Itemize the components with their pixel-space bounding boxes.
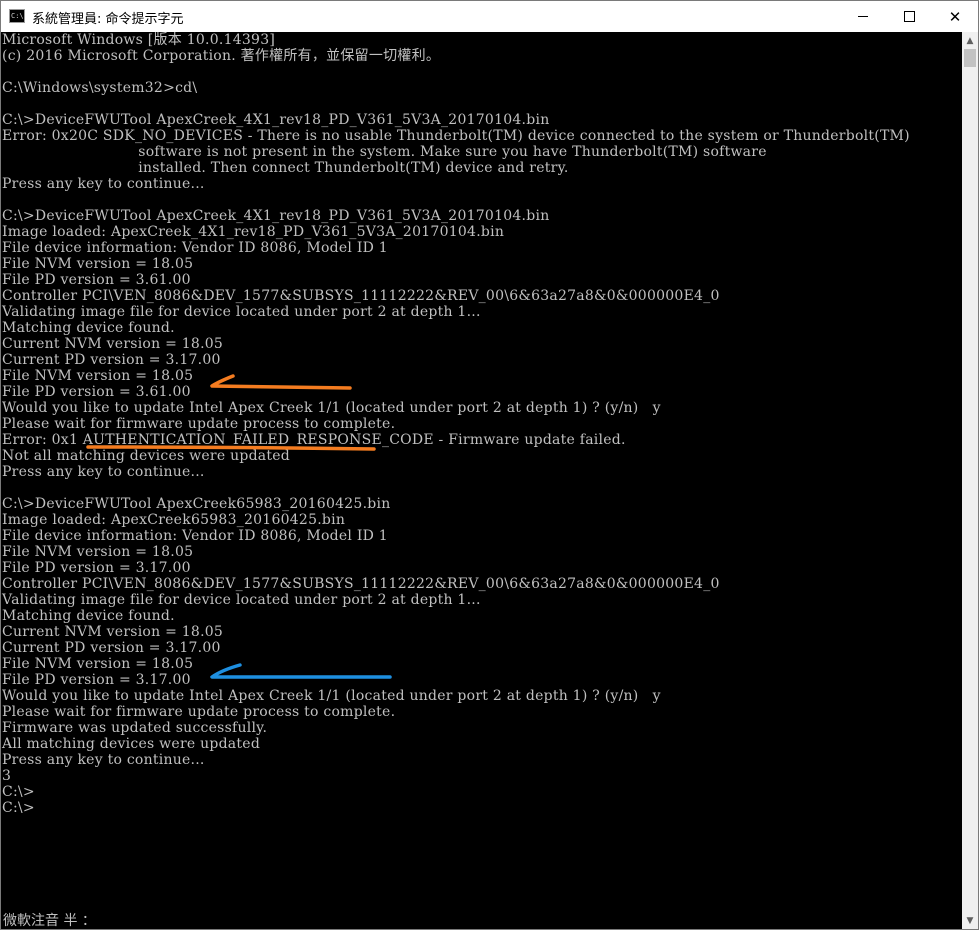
scrollbar-thumb[interactable] [964, 49, 976, 67]
console-line: File device information: Vendor ID 8086,… [2, 240, 388, 256]
console-lines: Microsoft Windows [版本 10.0.14393] (c) 201… [2, 32, 910, 816]
console-line: Current NVM version = 18.05 [2, 336, 224, 352]
console-output[interactable]: Microsoft Windows [版本 10.0.14393] (c) 201… [1, 32, 962, 929]
title-bar[interactable]: C:\ 系統管理員: 命令提示字元 ✕ [1, 1, 978, 32]
console-line: Press any key to continue... [2, 464, 205, 480]
console-line: Press any key to continue... [2, 752, 205, 768]
console-app-icon[interactable]: C:\ [9, 9, 25, 23]
console-line: Validating image file for device located… [2, 304, 481, 320]
console-line: Would you like to update Intel Apex Cree… [2, 400, 661, 416]
console-line: File NVM version = 18.05 [2, 368, 194, 384]
console-line: Current NVM version = 18.05 [2, 624, 224, 640]
console-line: Microsoft Windows [版本 10.0.14393] [2, 32, 276, 48]
console-line: Matching device found. [2, 608, 175, 624]
console-line: Current PD version = 3.17.00 [2, 352, 221, 368]
console-line: Controller PCI\VEN_8086&DEV_1577&SUBSYS_… [2, 576, 720, 592]
console-line: Validating image file for device located… [2, 592, 481, 608]
console-line: File NVM version = 18.05 [2, 544, 194, 560]
console-line: C:\>DeviceFWUTool ApexCreek65983_2016042… [2, 496, 391, 512]
console-line: software is not present in the system. M… [2, 144, 767, 160]
vertical-scrollbar[interactable]: ▲ ▼ [962, 32, 978, 929]
window-title: 系統管理員: 命令提示字元 [32, 12, 184, 27]
close-icon: ✕ [948, 7, 962, 26]
console-line: (c) 2016 Microsoft Corporation. 著作權所有，並保… [2, 48, 441, 64]
close-button[interactable]: ✕ [932, 1, 978, 32]
console-line: Press any key to continue... [2, 176, 205, 192]
console-line: Please wait for firmware update process … [2, 704, 396, 720]
console-line: File device information: Vendor ID 8086,… [2, 528, 388, 544]
console-line: installed. Then connect Thunderbolt(TM) … [2, 160, 569, 176]
console-line: Firmware was updated successfully. [2, 720, 268, 736]
minimize-button[interactable] [840, 1, 886, 32]
minimize-icon [858, 16, 868, 17]
console-line: File NVM version = 18.05 [2, 256, 194, 272]
console-line: C:\>DeviceFWUTool ApexCreek_4X1_rev18_PD… [2, 112, 550, 128]
console-line: C:\> [2, 800, 35, 816]
command-prompt-window: C:\ 系統管理員: 命令提示字元 ✕ Microsoft Windows [版… [0, 0, 979, 930]
console-line: C:\>DeviceFWUTool ApexCreek_4X1_rev18_PD… [2, 208, 550, 224]
console-line: Image loaded: ApexCreek65983_20160425.bi… [2, 512, 346, 528]
console-line: Image loaded: ApexCreek_4X1_rev18_PD_V36… [2, 224, 505, 240]
scroll-up-arrow-icon[interactable]: ▲ [962, 32, 978, 49]
console-line: All matching devices were updated [2, 736, 261, 752]
ime-status: 微軟注音 半 ： [3, 913, 96, 929]
console-line: Please wait for firmware update process … [2, 416, 396, 432]
console-line: Matching device found. [2, 320, 175, 336]
scroll-down-arrow-icon[interactable]: ▼ [962, 912, 978, 929]
console-line: Current PD version = 3.17.00 [2, 640, 221, 656]
maximize-button[interactable] [886, 1, 932, 32]
console-line: File NVM version = 18.05 [2, 656, 194, 672]
console-line: 3 [2, 768, 12, 784]
console-line: Controller PCI\VEN_8086&DEV_1577&SUBSYS_… [2, 288, 720, 304]
console-line: File PD version = 3.61.00 [2, 384, 191, 400]
console-line: Not all matching devices were updated [2, 448, 291, 464]
console-line: C:\> [2, 784, 35, 800]
console-line: Error: 0x1 AUTHENTICATION_FAILED_RESPONS… [2, 432, 626, 448]
maximize-icon [903, 11, 915, 22]
console-line: Error: 0x20C SDK_NO_DEVICES - There is n… [2, 128, 910, 144]
console-line: File PD version = 3.61.00 [2, 272, 191, 288]
console-line: File PD version = 3.17.00 [2, 672, 191, 688]
console-line: C:\Windows\system32>cd\ [2, 80, 198, 96]
console-line: Would you like to update Intel Apex Cree… [2, 688, 661, 704]
console-line: File PD version = 3.17.00 [2, 560, 191, 576]
